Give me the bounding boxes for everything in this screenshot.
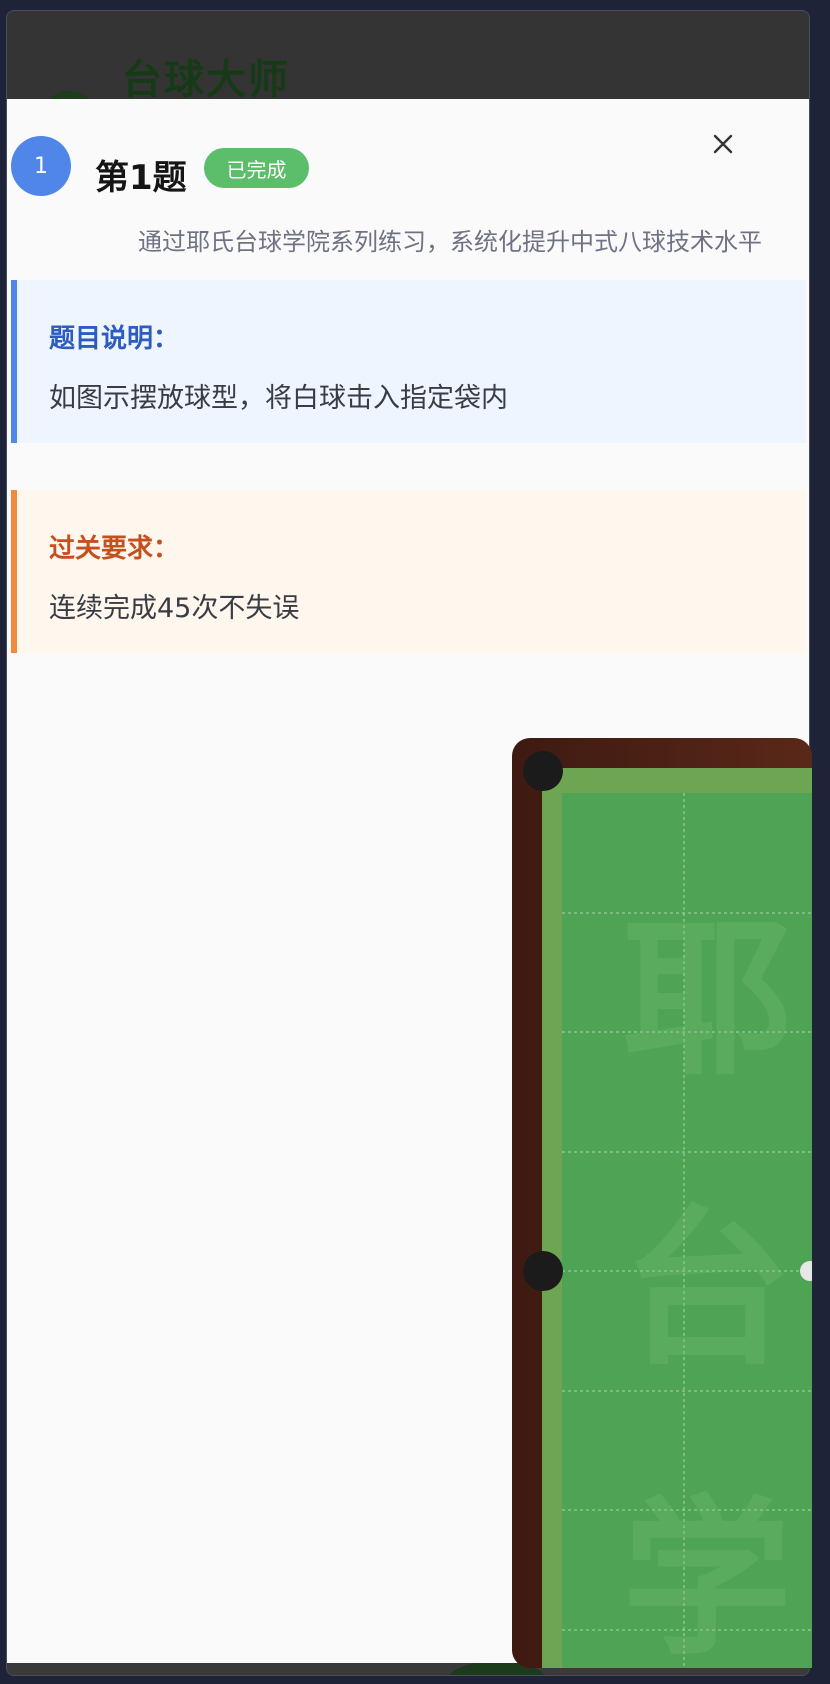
- pocket-side-left: [523, 1251, 563, 1291]
- requirement-card: 过关要求： 连续完成45次不失误: [11, 490, 806, 653]
- description-card: 题目说明： 如图示摆放球型，将白球击入指定袋内: [11, 280, 806, 443]
- pocket-top-left: [523, 751, 563, 791]
- app-title: 台球大师: [122, 57, 290, 103]
- requirement-text: 连续完成45次不失误: [49, 593, 300, 624]
- watermark-char-1: 耶: [622, 901, 792, 1099]
- question-subtitle: 通过耶氏台球学院系列练习，系统化提升中式八球技术水平: [138, 228, 762, 256]
- question-title: 第1题: [95, 158, 187, 198]
- description-text: 如图示摆放球型，将白球击入指定袋内: [49, 383, 508, 414]
- requirement-heading: 过关要求：: [49, 534, 180, 564]
- question-number-badge: 1: [11, 136, 71, 196]
- watermark-char-2: 台: [622, 1191, 792, 1389]
- watermark-char-3: 学: [622, 1481, 792, 1668]
- description-heading: 题目说明：: [49, 324, 180, 354]
- close-icon[interactable]: [709, 130, 737, 158]
- pool-table[interactable]: 耶 台 学: [512, 738, 812, 1668]
- status-badge: 已完成: [204, 148, 309, 188]
